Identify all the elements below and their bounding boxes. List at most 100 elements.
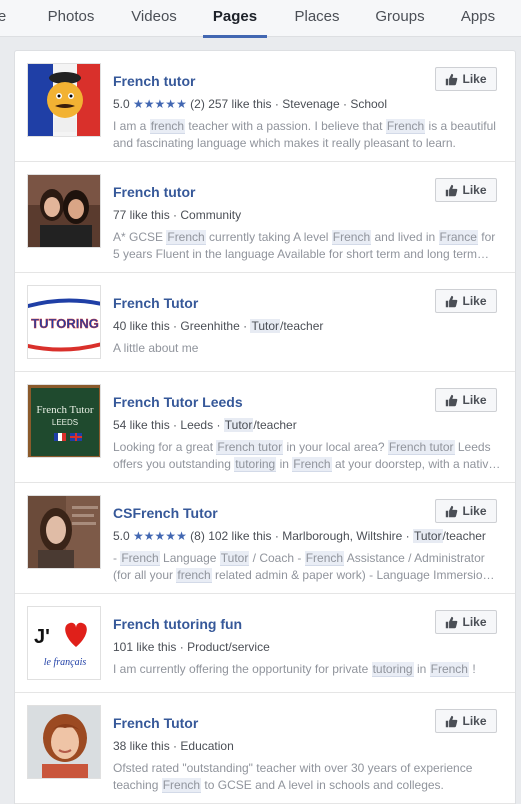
page-name-link[interactable]: French tutoring fun: [113, 616, 242, 632]
thumbs-up-icon: [446, 184, 458, 196]
page-meta: 38 like this · Education: [113, 739, 503, 753]
search-highlight: French: [385, 119, 426, 134]
page-thumbnail-jaime-le-francais[interactable]: J' le français: [27, 606, 101, 680]
page-thumbnail-woman-portrait[interactable]: [27, 495, 101, 569]
like-button[interactable]: Like: [435, 289, 497, 313]
description-line: Looking for a great French tutor in your…: [113, 439, 501, 456]
page-category: /teacher: [442, 529, 486, 543]
text: is a beautiful: [425, 119, 496, 133]
thumbnail-image: [28, 64, 100, 136]
description-line: Ofsted rated "outstanding" teacher with …: [113, 761, 473, 775]
like-button[interactable]: Like: [435, 499, 497, 523]
separator: ·: [173, 208, 178, 222]
text: Language: [159, 551, 220, 565]
tab-groups[interactable]: Groups: [369, 0, 431, 37]
page-thumbnail-two-women[interactable]: [27, 174, 101, 248]
tab-videos[interactable]: Videos: [124, 0, 184, 37]
page-description: A* GCSE French currently taking A level …: [113, 229, 501, 263]
like-label: Like: [462, 294, 487, 308]
text: at your doorstep, with a nativ…: [331, 457, 501, 471]
search-highlight: Tutor: [412, 529, 443, 543]
separator: ·: [216, 418, 221, 432]
like-label: Like: [462, 72, 487, 86]
page-name-link[interactable]: French Tutor Leeds: [113, 394, 243, 410]
tab-places[interactable]: Places: [288, 0, 346, 37]
like-label: Like: [462, 714, 487, 728]
tab-people[interactable]: e: [0, 0, 12, 37]
separator: ·: [274, 97, 279, 111]
page-name-link[interactable]: French Tutor: [113, 715, 198, 731]
page-location: Stevenage: [282, 97, 340, 111]
search-highlight: French: [304, 551, 345, 566]
page-description: - French Language Tutor / Coach - French…: [113, 550, 501, 584]
description-line: I am currently offering the opportunity …: [113, 661, 501, 678]
page-thumbnail-chalkboard[interactable]: French Tutor LEEDS: [27, 384, 101, 458]
text: related admin & paper work) - Language I…: [211, 568, 501, 582]
text: in: [413, 662, 430, 676]
search-highlight: French: [161, 778, 202, 793]
page-meta: 101 like this · Product/service: [113, 640, 503, 654]
like-button[interactable]: Like: [435, 610, 497, 634]
description-line: (for all your french related admin & pap…: [113, 567, 501, 584]
star-rating-icon: ★★★★★: [133, 529, 187, 543]
search-highlight: Tutor: [223, 418, 254, 432]
page-category: /teacher: [253, 418, 297, 432]
thumbnail-image: [28, 706, 100, 778]
page-name-link[interactable]: CSFrench Tutor: [113, 505, 218, 521]
separator: ·: [173, 739, 178, 753]
like-button[interactable]: Like: [435, 67, 497, 91]
description-line: offers you outstanding tutoring in Frenc…: [113, 456, 501, 473]
tab-pages[interactable]: Pages: [203, 0, 267, 38]
text: currently taking A level: [205, 230, 332, 244]
rating-value: 5.0: [113, 529, 130, 543]
search-highlight: French tutor: [216, 440, 284, 455]
text: Assistance / Administrator: [344, 551, 485, 565]
thumbnail-image: TUTORING: [28, 286, 100, 358]
page-description: I am a french teacher with a passion. I …: [113, 118, 501, 152]
separator: ·: [179, 640, 184, 654]
like-button[interactable]: Like: [435, 388, 497, 412]
like-label: Like: [462, 615, 487, 629]
description-line: A* GCSE French currently taking A level …: [113, 229, 501, 246]
page-meta: 40 like this · Greenhithe · Tutor/teache…: [113, 319, 503, 333]
search-highlight: French: [166, 230, 206, 245]
page-category: Product/service: [187, 640, 270, 654]
tab-apps[interactable]: Apps: [455, 0, 501, 37]
page-thumbnail-teacher-portrait[interactable]: [27, 705, 101, 779]
page-thumbnail-french-tutor-mascot[interactable]: [27, 63, 101, 137]
text: I am a: [113, 119, 150, 133]
review-count: (8): [190, 529, 205, 543]
search-filter-tabs: e Photos Videos Pages Places Groups Apps: [0, 0, 521, 38]
search-highlight: France: [438, 230, 478, 245]
text: in your local area?: [283, 440, 388, 454]
page-name-link[interactable]: French tutor: [113, 184, 195, 200]
thumbnail-image: French Tutor LEEDS: [28, 385, 100, 457]
page-location: Marlborough, Wiltshire: [282, 529, 403, 543]
tab-photos[interactable]: Photos: [40, 0, 102, 37]
page-result: TUTORING French Tutor 40 like this · Gre…: [15, 273, 515, 372]
page-name-link[interactable]: French tutor: [113, 73, 195, 89]
like-label: Like: [462, 393, 487, 407]
rating-value: 5.0: [113, 97, 130, 111]
page-meta: 54 like this · Leeds · Tutor/teacher: [113, 418, 503, 432]
page-thumbnail-tutoring-logo[interactable]: TUTORING: [27, 285, 101, 359]
like-button[interactable]: Like: [435, 709, 497, 733]
page-category: Community: [180, 208, 242, 222]
thumbs-up-icon: [446, 505, 458, 517]
thumbnail-image: [28, 175, 100, 247]
page-location: Leeds: [180, 418, 214, 432]
thumbs-up-icon: [446, 616, 458, 628]
text: Leeds: [454, 440, 491, 454]
separator: ·: [173, 319, 178, 333]
thumbnail-image: J' le français: [28, 607, 100, 679]
search-highlight: French: [292, 457, 332, 472]
text: for: [477, 230, 496, 244]
separator: ·: [342, 97, 347, 111]
page-description: Ofsted rated "outstanding" teacher with …: [113, 760, 501, 794]
like-button[interactable]: Like: [435, 178, 497, 202]
page-description: I am currently offering the opportunity …: [113, 661, 501, 678]
separator: ·: [405, 529, 410, 543]
page-name-link[interactable]: French Tutor: [113, 295, 198, 311]
logo-text: TUTORING: [31, 316, 99, 331]
text: teaching: [113, 778, 162, 792]
